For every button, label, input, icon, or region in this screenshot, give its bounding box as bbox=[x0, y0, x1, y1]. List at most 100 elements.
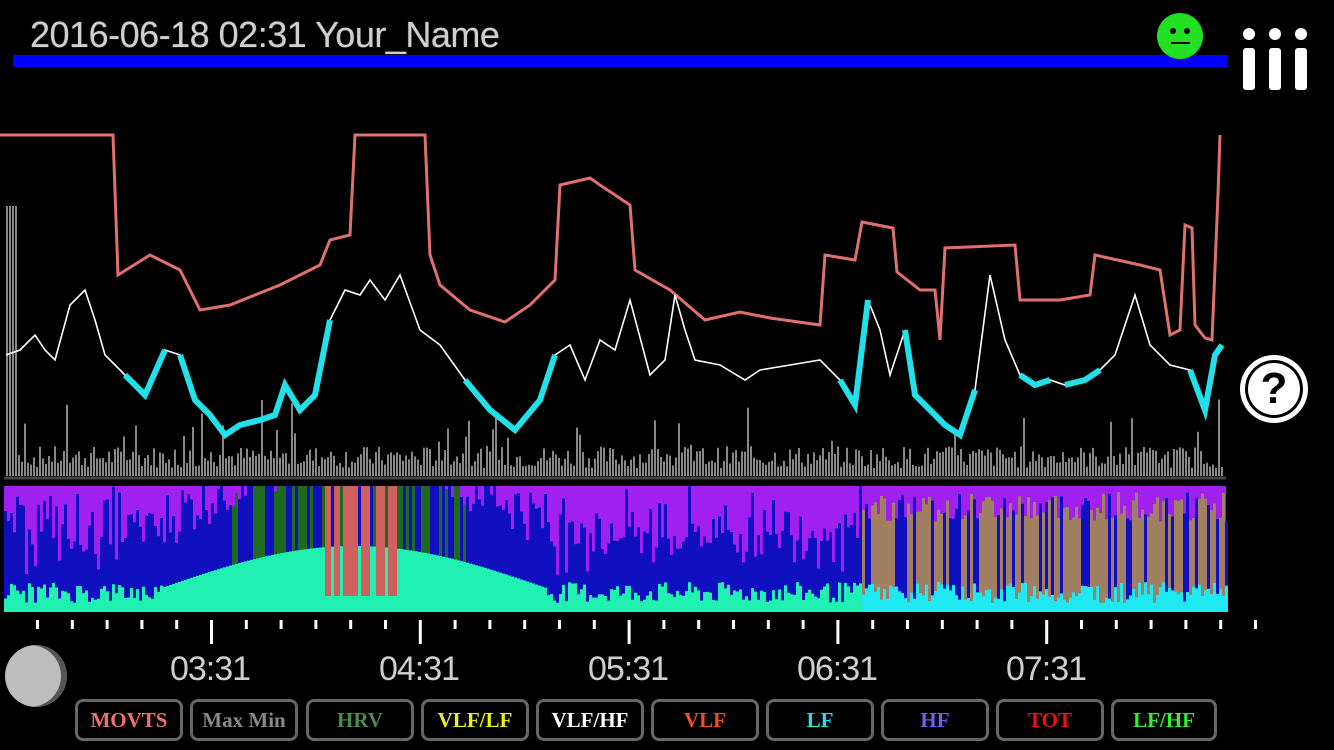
spectrum-hf-bar bbox=[238, 563, 241, 612]
hrv-low-segment bbox=[837, 299, 871, 415]
spectrum-hf-bar bbox=[616, 586, 619, 612]
activity-bar bbox=[342, 467, 344, 476]
spectrum-hf-bar bbox=[163, 586, 166, 612]
spectrum-hf-bar bbox=[724, 588, 727, 612]
spectrum-lf-bar bbox=[1093, 520, 1096, 612]
spectrum-hf-bar bbox=[1150, 584, 1153, 612]
activity-bar bbox=[1077, 457, 1079, 476]
activity-bar bbox=[978, 449, 980, 476]
max-min-button[interactable]: Max Min bbox=[190, 699, 298, 741]
timeline-scroll-knob[interactable] bbox=[5, 645, 67, 707]
spectrum-hf-bar bbox=[184, 579, 187, 612]
activity-bar bbox=[1155, 450, 1157, 476]
spectrum-hf-bar bbox=[841, 602, 844, 612]
activity-bar bbox=[471, 465, 473, 476]
spectrum-hf-bar bbox=[919, 592, 922, 612]
spectrum-lf-bar bbox=[1108, 493, 1111, 612]
spectrum-hf-bar bbox=[256, 558, 259, 612]
spectrum-hf-bar bbox=[472, 564, 475, 612]
activity-bar bbox=[546, 460, 548, 476]
spectrum-hf-bar bbox=[1021, 583, 1024, 612]
activity-bar bbox=[96, 458, 98, 476]
spectrum-lf-bar bbox=[1036, 515, 1039, 612]
spectrum-vlf-bar bbox=[343, 486, 346, 596]
spectrum-hf-bar bbox=[250, 559, 253, 612]
spectrum-vlf-bar bbox=[337, 486, 340, 596]
spectrum-hf-bar bbox=[1027, 602, 1030, 612]
spectrum-hf-bar bbox=[91, 597, 94, 612]
vlf-lf-button[interactable]: VLF/LF bbox=[421, 699, 529, 741]
spectrum-hf-bar bbox=[178, 581, 181, 612]
activity-bar bbox=[693, 460, 695, 476]
activity-bar bbox=[525, 466, 527, 476]
spectrum-hf-bar bbox=[481, 567, 484, 612]
movements-line bbox=[0, 133, 1222, 342]
activity-bar bbox=[762, 462, 764, 476]
spectrum-hf-bar bbox=[622, 593, 625, 612]
activity-bar bbox=[807, 453, 809, 476]
spectrum-hf-bar bbox=[1084, 586, 1087, 612]
spectrum-hf-bar bbox=[598, 594, 601, 612]
activity-bar bbox=[213, 462, 215, 476]
lf-button[interactable]: LF bbox=[766, 699, 874, 741]
activity-bar bbox=[636, 467, 638, 476]
activity-bar bbox=[912, 464, 914, 476]
spectrum-lf-bar bbox=[1054, 495, 1057, 612]
timeline-minor-tick bbox=[349, 620, 353, 629]
hrv-button[interactable]: HRV bbox=[306, 699, 414, 741]
activity-bar bbox=[1125, 447, 1127, 476]
spectrum-hf-bar bbox=[889, 585, 892, 612]
spectrum-hf-bar bbox=[1069, 597, 1072, 612]
activity-bar bbox=[339, 463, 341, 476]
activity-bar bbox=[567, 450, 569, 476]
tot-button[interactable]: TOT bbox=[996, 699, 1104, 741]
activity-bar bbox=[687, 448, 689, 476]
activity-bar bbox=[180, 466, 182, 476]
spectrum-hf-bar bbox=[835, 601, 838, 612]
spectrum-hf-bar bbox=[1213, 583, 1216, 612]
spectrum-hf-bar bbox=[532, 583, 535, 612]
spectrum-hf-bar bbox=[829, 602, 832, 612]
spectrum-hf-bar bbox=[976, 592, 979, 612]
hrv-low-segment bbox=[1187, 343, 1225, 422]
activity-bar bbox=[333, 455, 335, 476]
spectrum-hf-bar bbox=[898, 591, 901, 612]
activity-bar bbox=[903, 447, 905, 476]
spectrum-hf-bar bbox=[859, 583, 862, 612]
spectrum-hf-bar bbox=[196, 575, 199, 612]
activity-bar bbox=[489, 451, 491, 476]
activity-bar bbox=[1017, 467, 1019, 476]
activity-bar bbox=[360, 454, 362, 476]
activity-bar bbox=[51, 461, 53, 476]
activity-bar bbox=[300, 462, 302, 476]
spectrum-hf-bar bbox=[991, 602, 994, 612]
spectrum-hf-bar bbox=[64, 591, 67, 612]
spectrum-hf-bar bbox=[436, 555, 439, 612]
activity-bar bbox=[1092, 447, 1094, 476]
spectrum-hf-bar bbox=[712, 599, 715, 612]
activity-bar bbox=[1038, 454, 1040, 476]
spectrum-hf-bar bbox=[76, 585, 79, 612]
vlf-button[interactable]: VLF bbox=[651, 699, 759, 741]
vlf-hf-button[interactable]: VLF/HF bbox=[536, 699, 644, 741]
spectrum-lf-bar bbox=[970, 493, 973, 612]
spectrum-hf-bar bbox=[775, 599, 778, 612]
timeline-ticks bbox=[36, 620, 1257, 644]
spectrum-hf-bar bbox=[277, 553, 280, 612]
activity-bar bbox=[849, 463, 851, 476]
spectrum-hf-bar bbox=[466, 562, 469, 612]
lf-hf-button[interactable]: LF/HF bbox=[1111, 699, 1217, 741]
hf-button[interactable]: HF bbox=[881, 699, 989, 741]
spectrum-hf-bar bbox=[70, 601, 73, 612]
timeline-minor-tick bbox=[558, 620, 561, 629]
spectrum-hf-bar bbox=[748, 600, 751, 612]
activity-bar bbox=[1065, 462, 1067, 476]
activity-bar bbox=[597, 451, 599, 476]
spectrum-hf-bar bbox=[901, 592, 904, 612]
activity-bar bbox=[366, 447, 368, 476]
spectrum-hf-bar bbox=[1057, 598, 1060, 612]
movts-button[interactable]: MOVTS bbox=[75, 699, 183, 741]
activity-bar bbox=[882, 448, 884, 476]
activity-bar bbox=[648, 454, 650, 476]
spectrum-lf-bar bbox=[91, 512, 94, 612]
